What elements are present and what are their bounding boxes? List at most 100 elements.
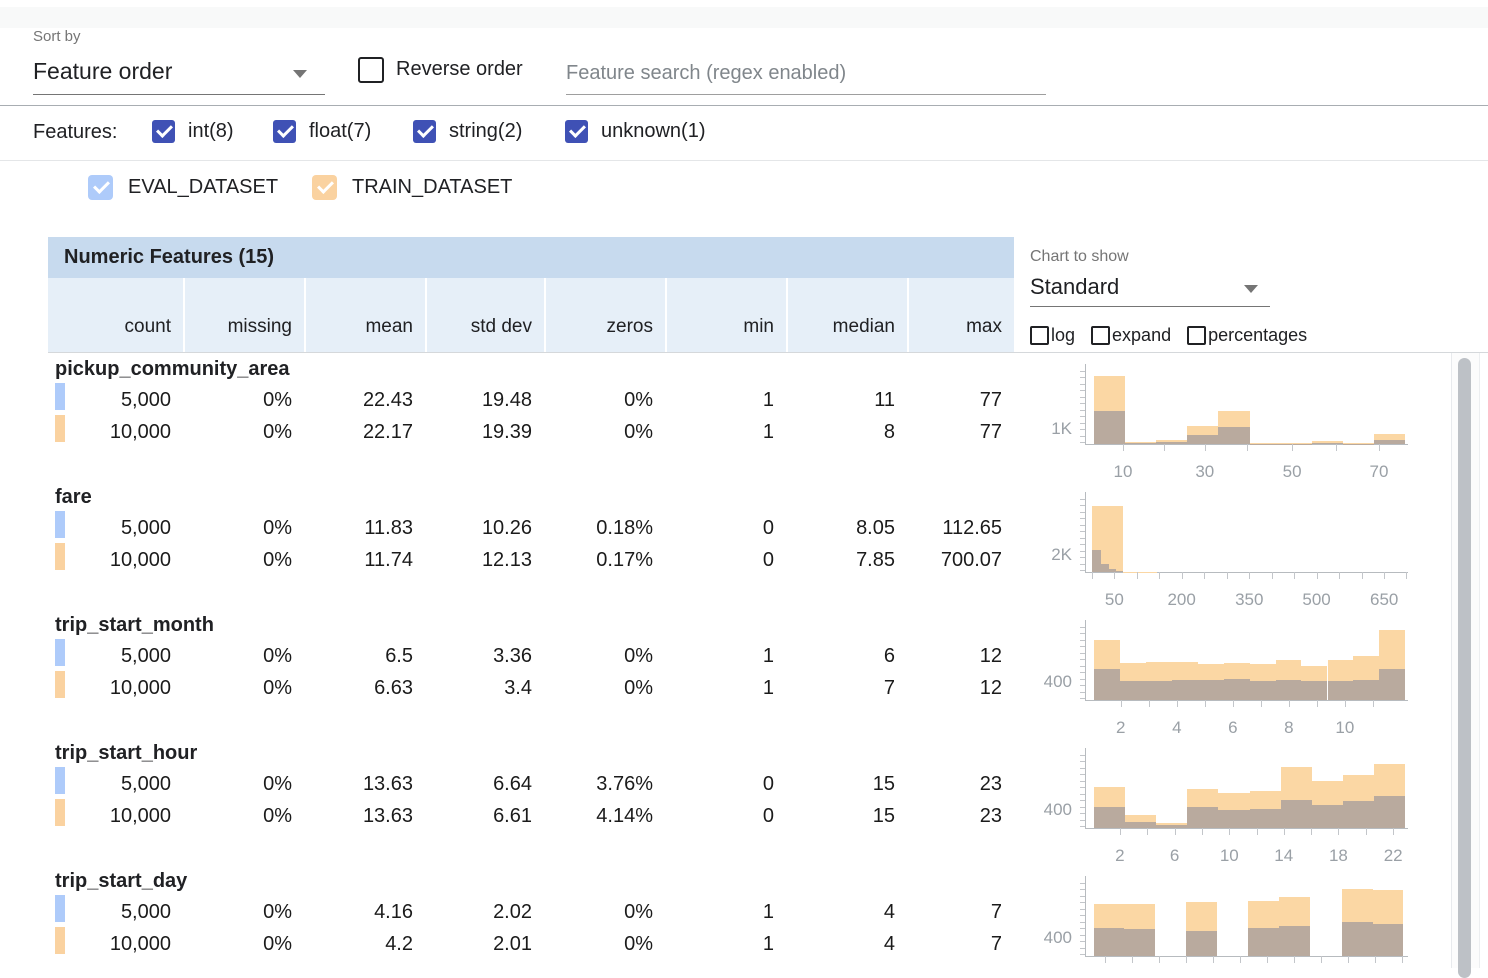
y-axis-tick (1080, 518, 1085, 519)
stat-value-max: 7 (909, 898, 1014, 926)
stat-value-mean: 11.74 (306, 546, 425, 574)
stat-value-mean: 13.63 (306, 802, 425, 830)
histogram-pickup_community_area: 10305070 (1085, 364, 1408, 445)
dataset-checkbox-train_dataset[interactable] (312, 175, 337, 200)
x-axis-label: 14 (1254, 846, 1314, 866)
x-axis-tick (1120, 828, 1121, 835)
stat-value-max: 12 (909, 642, 1014, 670)
stat-value-missing: 0% (185, 514, 304, 542)
filter-checkbox-unknown1[interactable] (565, 120, 588, 143)
x-axis-tick (1272, 572, 1273, 579)
stat-value-missing: 0% (185, 546, 304, 574)
y-axis-tick (1080, 768, 1085, 769)
x-axis-tick (1186, 956, 1187, 963)
stat-value-min: 1 (667, 386, 786, 414)
y-axis-tick (1080, 442, 1085, 443)
y-axis-tick (1080, 659, 1085, 660)
overlap-bar (1187, 435, 1218, 444)
legend-item-train_dataset: TRAIN_DATASET (312, 175, 512, 200)
y-axis-label: 1K (1014, 419, 1072, 439)
x-axis-label: 50 (1262, 462, 1322, 482)
x-axis-tick (1375, 956, 1376, 963)
filter-label: unknown(1) (601, 120, 706, 143)
feature-name: trip_start_day (55, 870, 187, 893)
y-axis-tick (1080, 531, 1085, 532)
y-axis-tick (1080, 787, 1085, 788)
x-axis-tick (1202, 828, 1203, 835)
stat-value-zeros: 0% (546, 418, 665, 446)
y-axis-tick (1080, 390, 1085, 391)
dataset-checkbox-eval_dataset[interactable] (88, 175, 113, 200)
x-axis-tick (1294, 956, 1295, 963)
y-axis-tick (1080, 436, 1085, 437)
histogram-trip_start_month: 246810 (1085, 620, 1408, 701)
stat-value-median: 15 (788, 770, 907, 798)
toggle-expand: expand (1091, 325, 1171, 346)
x-axis-tick (1233, 700, 1234, 707)
stat-value-count: 10,000 (48, 674, 183, 702)
filter-label: float(7) (309, 120, 371, 143)
overlap-bar (1301, 681, 1327, 700)
stat-value-mean: 11.83 (306, 514, 425, 542)
histogram-fare: 50200350500650 (1085, 492, 1408, 573)
y-axis-tick (1080, 627, 1085, 628)
x-axis-label: 6 (1145, 846, 1205, 866)
y-axis-label: 2K (1014, 545, 1072, 565)
stat-value-zeros: 0% (546, 898, 665, 926)
stat-value-missing: 0% (185, 898, 304, 926)
checkmark-icon (317, 177, 334, 194)
filter-checkbox-float7[interactable] (273, 120, 296, 143)
x-axis-tick (1336, 444, 1337, 451)
y-axis-tick (1080, 698, 1085, 699)
x-axis-tick (1247, 444, 1248, 451)
x-axis-label: 70 (1349, 462, 1409, 482)
overlap-bar (1276, 680, 1302, 700)
stat-value-count: 10,000 (48, 802, 183, 830)
x-axis-tick (1406, 572, 1407, 579)
toggle-checkbox-percentages[interactable] (1187, 326, 1206, 345)
toggle-checkbox-log[interactable] (1030, 326, 1049, 345)
stat-value-missing: 0% (185, 802, 304, 830)
y-axis-tick (1080, 941, 1085, 942)
y-axis-tick (1080, 429, 1085, 430)
sort-by-label: Sort by (33, 28, 81, 45)
stat-value-min: 0 (667, 546, 786, 574)
column-header-median: median (788, 278, 907, 352)
stat-value-count: 5,000 (48, 642, 183, 670)
filter-checkbox-string2[interactable] (413, 120, 436, 143)
feature-search-input[interactable] (566, 52, 1046, 95)
y-axis-tick (1080, 679, 1085, 680)
chart-type-dropdown[interactable]: Standard (1030, 272, 1270, 307)
stat-value-count: 5,000 (48, 386, 183, 414)
stat-value-min: 1 (667, 674, 786, 702)
train-stat-row: 10,0000%22.1719.390%1877 (48, 418, 1014, 446)
overlap-bar (1281, 800, 1312, 828)
overlap-bar (1279, 926, 1310, 956)
column-header-missing: missing (185, 278, 304, 352)
stat-value-missing: 0% (185, 930, 304, 958)
x-axis-tick (1177, 700, 1178, 707)
legend-item-eval_dataset: EVAL_DATASET (88, 175, 278, 200)
stat-value-zeros: 0% (546, 930, 665, 958)
overlap-bar (1353, 680, 1379, 700)
overlap-bar (1146, 681, 1172, 700)
stat-value-mean: 13.63 (306, 770, 425, 798)
sort-by-dropdown[interactable]: Feature order (33, 56, 325, 95)
x-axis-tick (1092, 572, 1093, 579)
toggle-checkbox-expand[interactable] (1091, 326, 1110, 345)
x-axis-tick (1317, 572, 1318, 579)
x-axis-label: 6 (1203, 718, 1263, 738)
overlap-bar (1094, 928, 1124, 956)
y-axis-tick (1080, 410, 1085, 411)
reverse-order-checkbox[interactable] (358, 57, 384, 83)
overlap-bar (1094, 411, 1125, 444)
x-axis-tick (1289, 700, 1290, 707)
stat-value-mean: 22.43 (306, 386, 425, 414)
overlap-bar (1224, 679, 1250, 700)
y-axis-tick (1080, 889, 1085, 890)
x-axis-label: 18 (1308, 846, 1368, 866)
y-axis-tick (1080, 416, 1085, 417)
x-axis-tick (1362, 572, 1363, 579)
filter-checkbox-int8[interactable] (152, 120, 175, 143)
scrollbar-thumb[interactable] (1458, 358, 1471, 978)
